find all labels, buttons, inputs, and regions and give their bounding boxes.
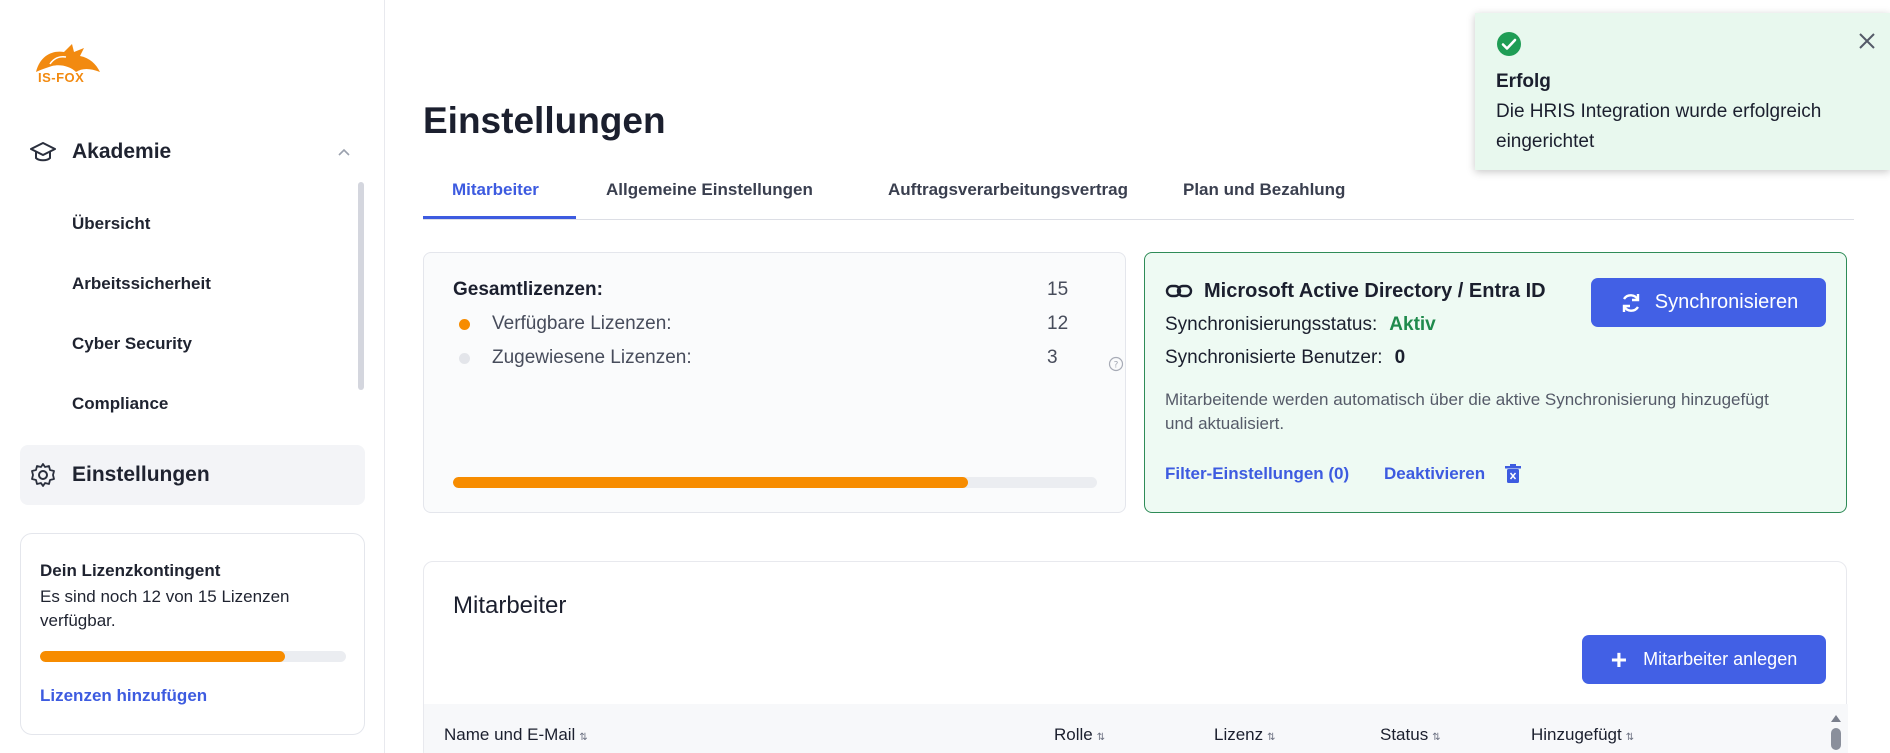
synced-users-value: 0: [1394, 347, 1406, 368]
license-quota-card: Dein Lizenzkontingent Es sind noch 12 vo…: [20, 533, 365, 735]
sidebar-item-compliance[interactable]: Compliance: [72, 394, 168, 414]
available-licenses-label: Verfügbare Lizenzen:: [492, 313, 672, 334]
toast-title: Erfolg: [1496, 71, 1551, 92]
sync-status-value: Aktiv: [1389, 314, 1436, 335]
synchronize-label: Synchronisieren: [1654, 291, 1799, 313]
sort-icon: ⇅: [1096, 732, 1106, 743]
sort-icon: ⇅: [579, 732, 588, 743]
deactivate-link[interactable]: Deaktivieren: [1384, 464, 1485, 484]
close-icon[interactable]: [1857, 31, 1877, 56]
license-usage-progress: [453, 477, 1097, 488]
sidebar: IS-FOX Akademie Übersicht Arbeitssicherh…: [0, 0, 385, 753]
toast-message: Die HRIS Integration wurde erfolgreich e…: [1496, 101, 1822, 152]
employees-title: Mitarbeiter: [453, 592, 567, 619]
sort-icon: ⇅: [1432, 732, 1441, 743]
sidebar-item-einstellungen[interactable]: Einstellungen: [20, 445, 365, 505]
available-licenses-value: 12: [1047, 313, 1069, 334]
active-tab-indicator: [423, 216, 576, 219]
add-employee-label: Mitarbeiter anlegen: [1643, 649, 1798, 669]
help-icon[interactable]: ?: [1108, 356, 1124, 372]
add-employee-button[interactable]: + Mitarbeiter anlegen: [1582, 635, 1826, 684]
sidebar-item-label: Einstellungen: [72, 463, 210, 486]
hris-provider-title: Microsoft Active Directory / Entra ID: [1204, 280, 1546, 302]
license-summary-card: Gesamtlizenzen: 15 Verfügbare Lizenzen: …: [423, 252, 1126, 513]
assigned-licenses-value: 3: [1047, 347, 1058, 368]
nav-group-label: Akademie: [72, 140, 172, 163]
check-circle-icon: [1496, 31, 1522, 62]
sidebar-item-cyber-security[interactable]: Cyber Security: [72, 334, 192, 354]
tab-plan-und-bezahlung[interactable]: Plan und Bezahlung: [1183, 180, 1345, 200]
sync-status-label: Synchronisierungsstatus:: [1165, 314, 1378, 335]
svg-text:?: ?: [1114, 361, 1119, 371]
synced-users-row: Synchronisierte Benutzer: 0: [1165, 347, 1405, 369]
synced-users-label: Synchronisierte Benutzer:: [1165, 347, 1383, 368]
plus-icon: +: [1610, 643, 1628, 675]
add-licenses-link[interactable]: Lizenzen hinzufügen: [40, 686, 207, 706]
sidebar-item-uebersicht[interactable]: Übersicht: [72, 214, 150, 234]
license-quota-title: Dein Lizenzkontingent: [40, 561, 221, 580]
synchronize-button[interactable]: Synchronisieren: [1591, 278, 1826, 327]
settings-tabs: Mitarbeiter Allgemeine Einstellungen Auf…: [423, 170, 1854, 220]
chevron-up-icon[interactable]: [337, 144, 351, 162]
link-icon: [1165, 282, 1193, 305]
graduation-cap-icon: [28, 137, 58, 167]
total-licenses-value: 15: [1047, 279, 1069, 300]
sort-icon: ⇅: [1625, 732, 1635, 743]
sidebar-scrollbar[interactable]: [358, 182, 364, 390]
success-toast: Erfolg Die HRIS Integration wurde erfolg…: [1475, 13, 1890, 170]
column-name-email[interactable]: Name und E-Mail ⇅: [444, 725, 588, 745]
tab-mitarbeiter[interactable]: Mitarbeiter: [452, 180, 539, 200]
license-quota-description: Es sind noch 12 von 15 Lizenzen verfügba…: [40, 587, 290, 630]
assigned-dot: [459, 353, 470, 364]
assigned-licenses-label: Zugewiesene Lizenzen:: [492, 347, 692, 368]
table-scrollbar[interactable]: [1830, 710, 1842, 750]
column-hinzugefuegt[interactable]: Hinzugefügt ⇅: [1531, 725, 1634, 745]
sync-status-row: Synchronisierungsstatus: Aktiv: [1165, 314, 1436, 336]
sort-icon: ⇅: [1267, 732, 1276, 743]
available-dot: [459, 319, 470, 330]
column-rolle[interactable]: Rolle ⇅: [1054, 725, 1105, 745]
gear-icon: [28, 460, 58, 490]
hris-description: Mitarbeitende werden automatisch über di…: [1165, 390, 1769, 433]
total-licenses-label: Gesamtlizenzen:: [453, 279, 603, 300]
filter-settings-link[interactable]: Filter-Einstellungen (0): [1165, 464, 1349, 484]
trash-icon[interactable]: [1505, 464, 1521, 489]
sync-icon: [1622, 293, 1639, 312]
tab-allgemeine-einstellungen[interactable]: Allgemeine Einstellungen: [606, 180, 813, 200]
employees-table-header: Name und E-Mail ⇅ Rolle ⇅ Lizenz ⇅ Status ⇅ …: [424, 704, 1848, 753]
page-title: Einstellungen: [423, 100, 666, 141]
sidebar-item-arbeitssicherheit[interactable]: Arbeitssicherheit: [72, 274, 211, 294]
logo-text: IS-FOX: [38, 70, 85, 85]
column-lizenz[interactable]: Lizenz ⇅: [1214, 725, 1276, 745]
tab-auftragsverarbeitungsvertrag[interactable]: Auftragsverarbeitungsvertrag: [888, 180, 1128, 200]
employees-card: Mitarbeiter + Mitarbeiter anlegen Name u…: [423, 561, 1848, 753]
column-status[interactable]: Status ⇅: [1380, 725, 1441, 745]
nav-group-akademie[interactable]: Akademie: [20, 128, 365, 176]
license-quota-progress: [40, 651, 346, 662]
hris-integration-card: Microsoft Active Directory / Entra ID Sy…: [1144, 252, 1847, 513]
